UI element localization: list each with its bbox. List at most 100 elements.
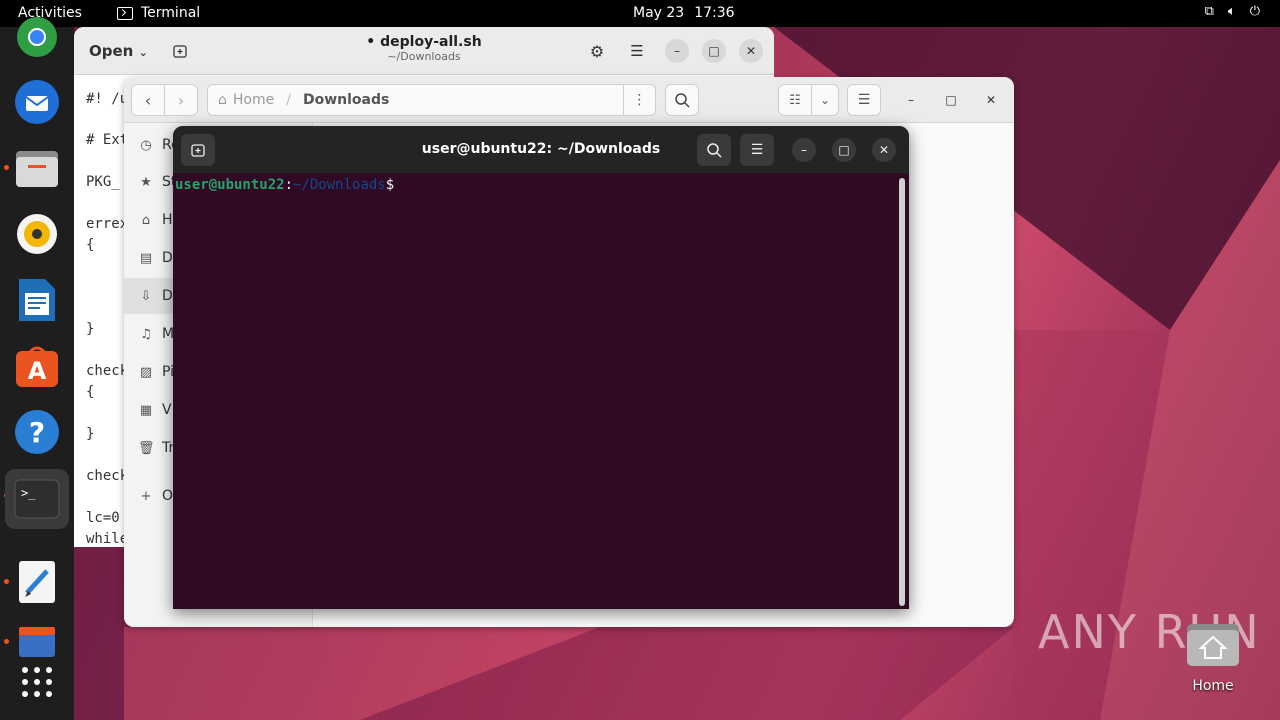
star-icon: ★	[140, 174, 152, 190]
libreoffice-writer-icon[interactable]	[11, 274, 63, 326]
clock[interactable]: May 23 17:36	[633, 5, 735, 21]
clock-icon: ◷	[140, 137, 152, 153]
maximize-button[interactable]: □	[939, 88, 963, 112]
files-menu-button[interactable]: ☰	[847, 84, 881, 116]
chevron-down-icon: ⌄	[819, 93, 831, 107]
code-line: {	[86, 384, 95, 400]
minimize-button[interactable]: –	[899, 88, 923, 112]
running-indicator	[4, 165, 9, 170]
terminal-window[interactable]: user@ubuntu22: ~/Downloads ☰ – □ ✕ user@…	[173, 126, 909, 609]
document-icon: ▤	[139, 250, 153, 266]
power-icon: ⏻	[1249, 4, 1260, 19]
home-path-icon: ⌂	[218, 92, 227, 108]
new-tab-icon	[173, 45, 187, 58]
prompt-colon: :	[284, 177, 294, 193]
minimize-button[interactable]: –	[792, 138, 816, 162]
music-icon: ♫	[140, 326, 152, 342]
running-indicator	[4, 579, 9, 584]
menu-icon[interactable]: ☰	[625, 39, 649, 63]
svg-text:A: A	[28, 357, 47, 385]
new-tab-button[interactable]	[168, 39, 192, 63]
path-menu-icon[interactable]: ⋮	[623, 85, 655, 115]
open-button[interactable]: Open ⌄	[89, 42, 148, 60]
code-line: PKG_	[86, 174, 120, 190]
video-icon: ▦	[139, 402, 153, 418]
code-line: {	[86, 237, 95, 253]
document-path: ~/Downloads	[387, 50, 461, 63]
back-button[interactable]: ‹	[131, 84, 165, 116]
dock: A ? >_	[0, 17, 74, 720]
close-button[interactable]: ✕	[739, 39, 763, 63]
editor-title: • deploy-all.sh ~/Downloads	[364, 34, 484, 63]
maximize-button[interactable]: □	[702, 39, 726, 63]
help-icon[interactable]: ?	[11, 406, 63, 458]
sidebar-item-label: D	[162, 250, 173, 266]
open-label: Open	[89, 42, 134, 60]
trash-icon: 🗑︎	[138, 440, 155, 456]
rhythmbox-icon[interactable]	[11, 208, 63, 260]
code-line: }	[86, 321, 95, 337]
forward-button[interactable]: ›	[164, 84, 198, 116]
code-line: check	[86, 468, 129, 484]
code-line: #! /u	[86, 91, 129, 107]
maximize-button[interactable]: □	[832, 138, 856, 162]
editor-headerbar: Open ⌄ • deploy-all.sh ~/Downloads ⚙ ☰ –…	[74, 27, 774, 75]
code-line: errex	[86, 216, 129, 232]
terminal-dock-icon[interactable]: >_	[5, 469, 69, 529]
menu-icon: ☰	[750, 142, 764, 158]
thunderbird-icon[interactable]	[11, 76, 63, 128]
desktop-home-folder-icon[interactable]	[1185, 620, 1241, 668]
download-icon: ⇩	[140, 288, 152, 304]
code-line: }	[86, 426, 95, 442]
path-current[interactable]: Downloads	[303, 92, 389, 108]
volume-icon: 🔈︎	[1227, 4, 1236, 19]
clock-date: May 23	[633, 5, 685, 21]
menu-button[interactable]: ☰	[740, 134, 774, 166]
system-tray[interactable]: ⧉ 🔈︎ ⏻	[1205, 4, 1260, 19]
sidebar-item-label: O	[162, 488, 174, 504]
path-separator: /	[286, 92, 291, 108]
app-center-icon[interactable]: A	[11, 340, 63, 392]
desktop-home-label[interactable]: Home	[1170, 678, 1256, 694]
running-indicator	[4, 639, 9, 644]
close-button[interactable]: ✕	[872, 138, 896, 162]
terminal-icon	[117, 6, 133, 20]
search-icon	[707, 143, 722, 158]
sidebar-item-label: V	[162, 402, 172, 418]
app-menu[interactable]: Terminal	[117, 5, 200, 21]
prompt-path: ~/Downloads	[293, 177, 386, 193]
terminal-scrollbar[interactable]	[899, 178, 905, 606]
code-line: check	[86, 363, 129, 379]
path-home[interactable]: Home	[233, 92, 274, 108]
show-apps-icon[interactable]	[11, 656, 63, 708]
view-options-button[interactable]: ⌄	[811, 84, 839, 116]
chevron-left-icon: ‹	[144, 90, 152, 110]
prompt-user: user@ubuntu22	[175, 177, 285, 193]
terminal-prompt[interactable]: user@ubuntu22:~/Downloads$	[175, 177, 394, 193]
view-list-button[interactable]: ☷	[778, 84, 812, 116]
search-button[interactable]	[697, 134, 731, 166]
code-line: while	[86, 531, 129, 547]
search-button[interactable]	[665, 84, 699, 116]
document-title: • deploy-all.sh	[366, 34, 482, 50]
code-line: # Ext	[86, 132, 129, 148]
chrome-icon[interactable]	[11, 11, 63, 63]
plus-icon: +	[140, 488, 152, 504]
menu-icon: ☰	[857, 92, 871, 108]
network-icon: ⧉	[1204, 4, 1214, 19]
clock-time: 17:36	[694, 5, 735, 21]
minimize-button[interactable]: –	[665, 39, 689, 63]
home-icon: ⌂	[141, 212, 151, 228]
top-bar: Activities Terminal May 23 17:36 ⧉ 🔈︎ ⏻	[0, 0, 1280, 27]
text-editor-icon[interactable]	[11, 556, 63, 608]
sidebar-item-label: H	[162, 212, 173, 228]
close-button[interactable]: ✕	[979, 88, 1003, 112]
terminal-headerbar: user@ubuntu22: ~/Downloads ☰ – □ ✕	[173, 126, 909, 173]
chevron-right-icon: ›	[177, 90, 185, 110]
prompt-dollar: $	[385, 177, 395, 193]
settings-gear-icon[interactable]: ⚙	[585, 39, 609, 63]
picture-icon: ▨	[139, 364, 153, 380]
files-icon[interactable]	[11, 142, 63, 194]
files-headerbar: ‹ › ⌂ Home / Downloads ⋮ ☷ ⌄ ☰ – □ ✕	[124, 77, 1014, 123]
path-bar[interactable]: ⌂ Home / Downloads ⋮	[207, 84, 656, 116]
